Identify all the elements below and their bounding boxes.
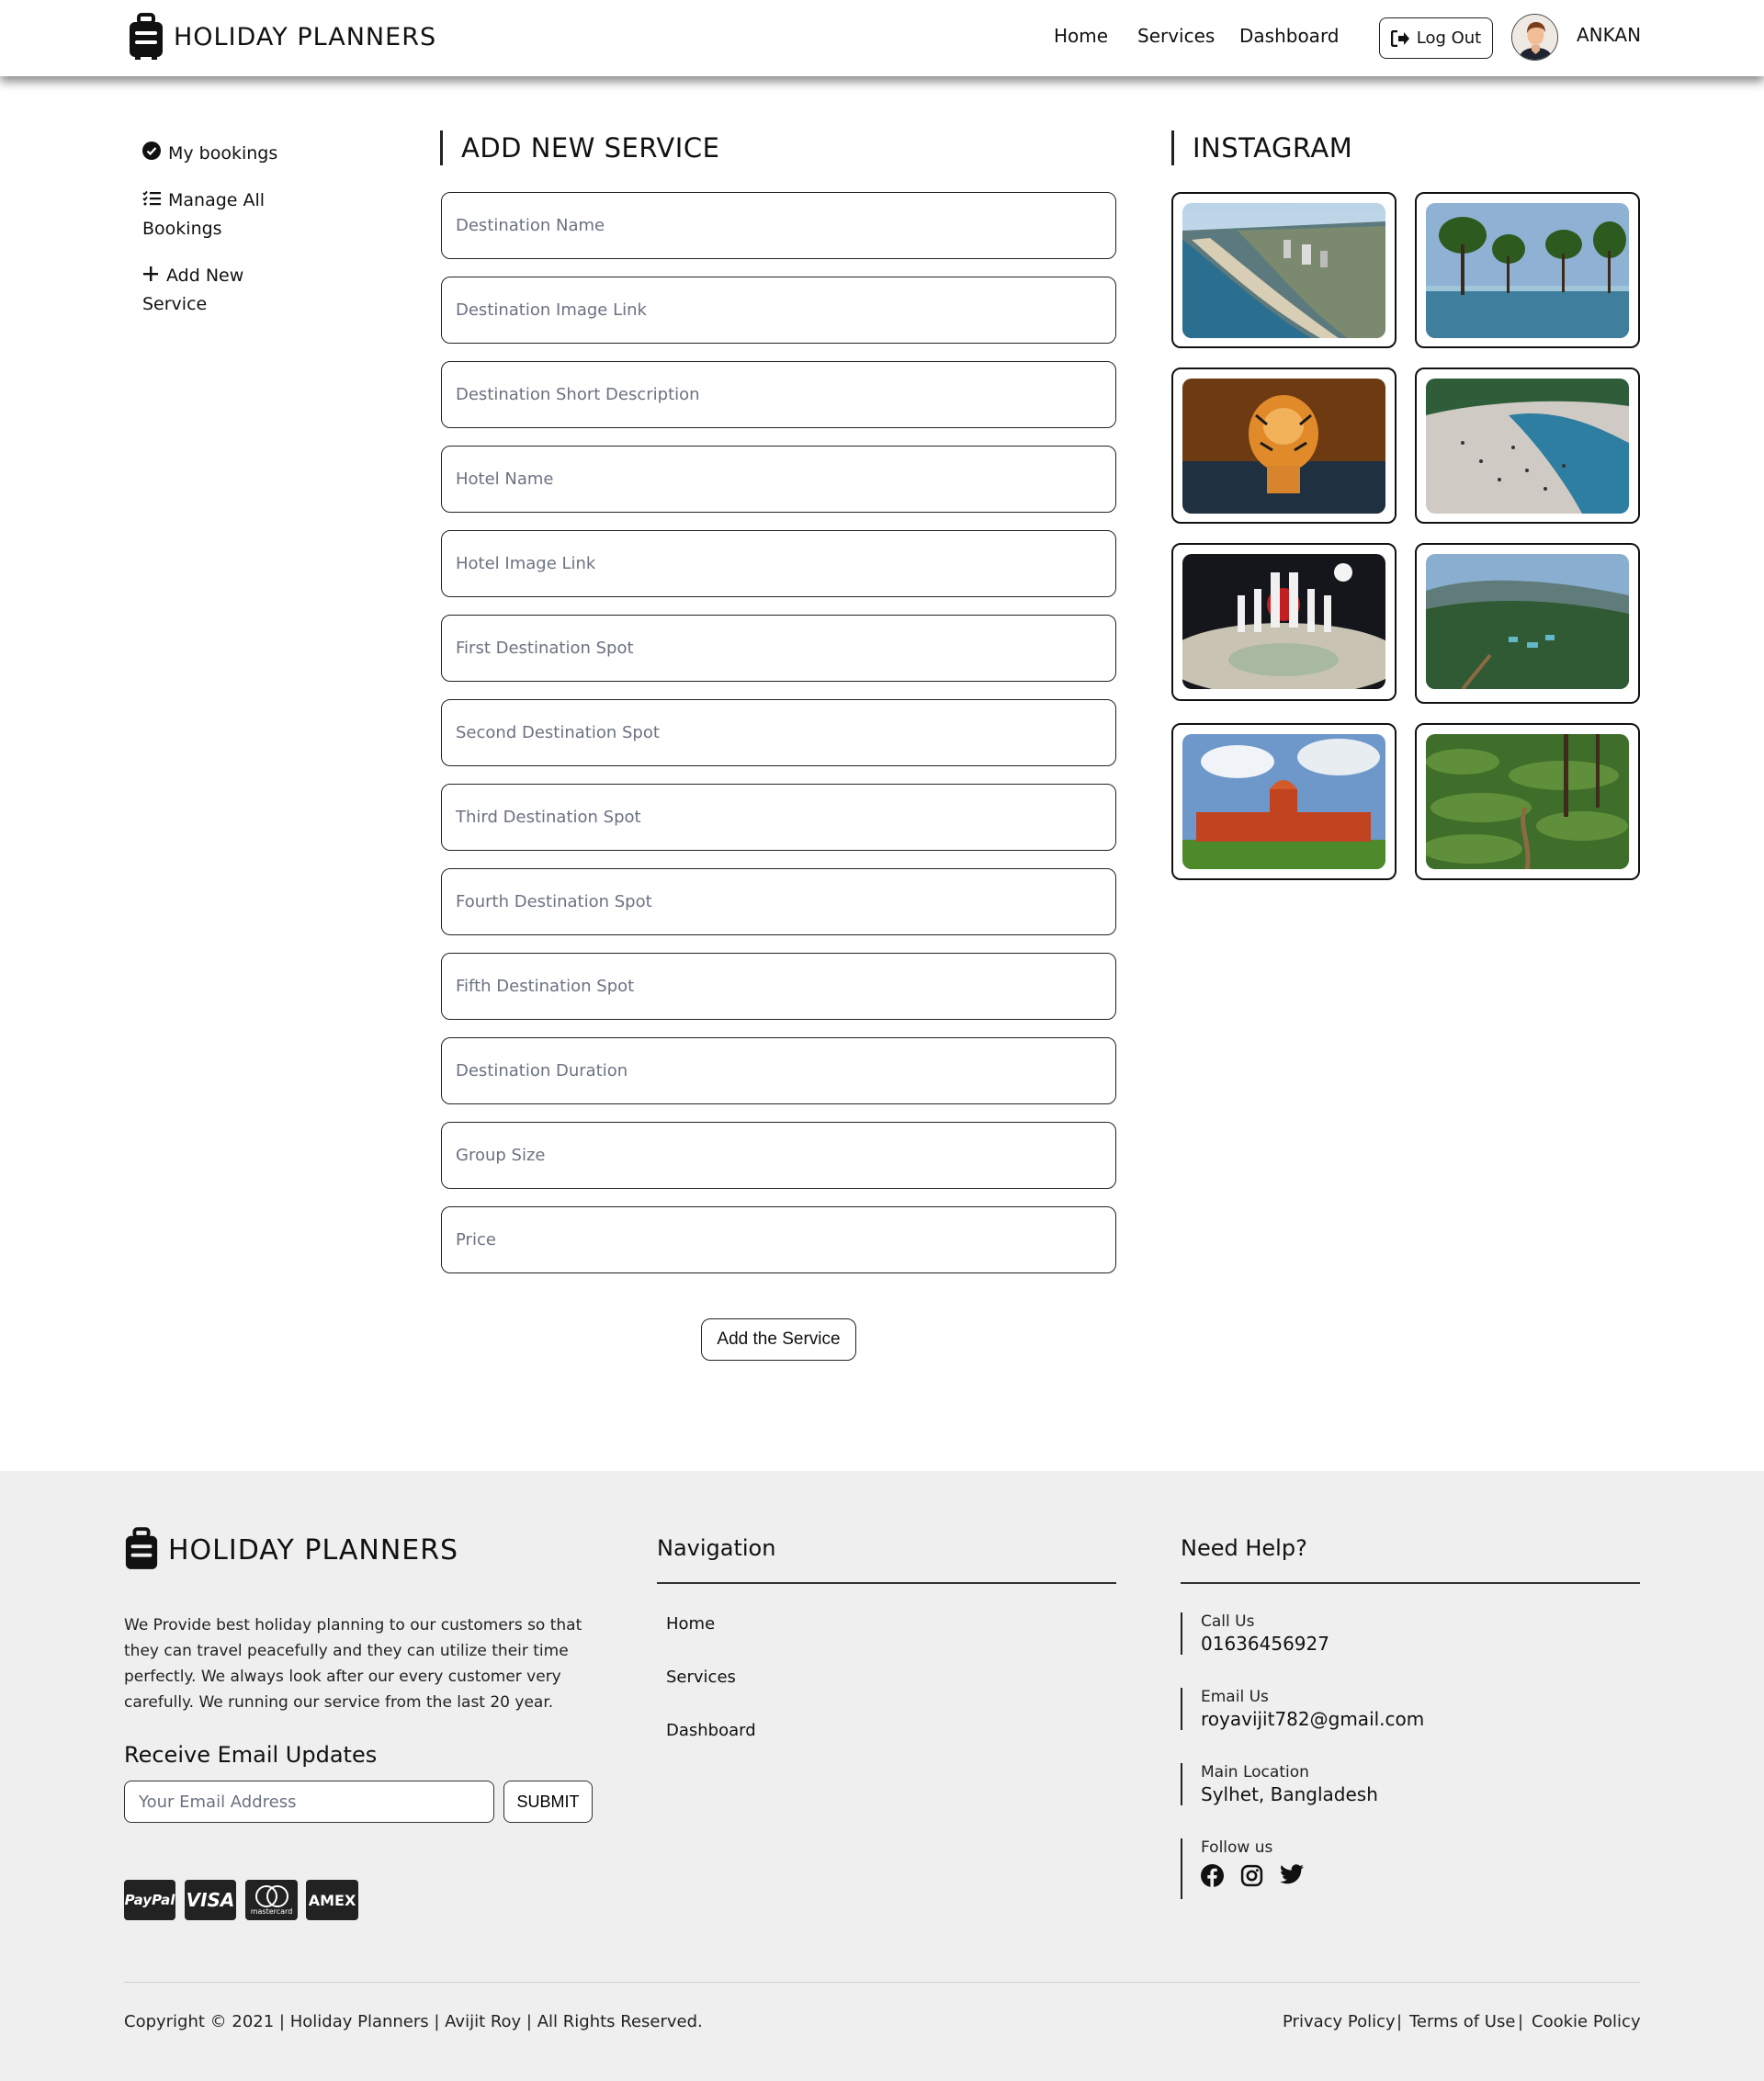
footer-bottom-divider xyxy=(124,1982,1640,1983)
instagram-image-beach xyxy=(1182,203,1385,338)
social-links xyxy=(1201,1864,1304,1887)
instagram-icon[interactable] xyxy=(1240,1864,1263,1887)
first-destination-spot-field[interactable] xyxy=(441,615,1116,682)
instagram-card[interactable] xyxy=(1171,723,1396,880)
instagram-card[interactable] xyxy=(1171,543,1396,701)
logout-label: Log Out xyxy=(1416,28,1482,48)
footer: HOLIDAY PLANNERS We Provide best holiday… xyxy=(0,1471,1764,2081)
sidebar-item-label: My bookings xyxy=(168,143,278,164)
sidebar-item-label-line2: Bookings xyxy=(142,218,222,239)
instagram-card[interactable] xyxy=(1415,543,1640,704)
contact-email-label: Email Us xyxy=(1201,1688,1269,1706)
brand-logo[interactable]: HOLIDAY PLANNERS xyxy=(128,13,436,61)
footer-nav-home[interactable]: Home xyxy=(666,1614,715,1634)
sidebar-item-add-new-service[interactable]: Add New Service xyxy=(142,262,243,318)
follow-us: Follow us xyxy=(1181,1838,1304,1899)
suitcase-icon xyxy=(125,1527,158,1569)
nav-home[interactable]: Home xyxy=(1054,25,1108,47)
destination-short-description-field[interactable] xyxy=(441,361,1116,428)
suitcase-icon xyxy=(130,13,163,60)
third-destination-spot-field[interactable] xyxy=(441,784,1116,851)
instagram-image-flooded-trees xyxy=(1426,203,1629,338)
contact-location: Main Location Sylhet, Bangladesh xyxy=(1181,1763,1378,1805)
sidebar-item-label: Add New xyxy=(166,266,244,286)
destination-image-link-field[interactable] xyxy=(441,277,1116,344)
instagram-image-tiger xyxy=(1182,379,1385,514)
copyright-text: Copyright © 2021 | Holiday Planners | Av… xyxy=(124,2012,703,2031)
instagram-image-hill-resort xyxy=(1426,554,1629,689)
newsletter-email-input[interactable] xyxy=(124,1781,494,1823)
navigation-heading: Navigation xyxy=(657,1535,776,1561)
amex-icon: AMEX xyxy=(306,1880,358,1920)
hotel-image-link-field[interactable] xyxy=(441,530,1116,597)
contact-call-value[interactable]: 01636456927 xyxy=(1201,1633,1329,1655)
contact-email: Email Us royavijit782@gmail.com xyxy=(1181,1688,1424,1730)
nav-services[interactable]: Services xyxy=(1137,25,1215,47)
help-divider xyxy=(1181,1582,1640,1584)
instagram-image-river-crowd xyxy=(1426,379,1629,514)
logout-button[interactable]: Log Out xyxy=(1379,17,1493,59)
help-heading: Need Help? xyxy=(1181,1535,1307,1561)
instagram-image-tea-garden xyxy=(1426,734,1629,869)
user-name: ANKAN xyxy=(1577,24,1642,46)
fifth-destination-spot-field[interactable] xyxy=(441,953,1116,1020)
instagram-card[interactable] xyxy=(1415,368,1640,524)
form-title: ADD NEW SERVICE xyxy=(440,130,719,165)
contact-location-label: Main Location xyxy=(1201,1763,1309,1781)
avatar-image xyxy=(1512,15,1557,60)
newsletter-submit-button[interactable]: SUBMIT xyxy=(503,1781,593,1823)
list-check-icon xyxy=(142,187,161,215)
brand-name: HOLIDAY PLANNERS xyxy=(174,22,437,51)
sidebar-item-manage-all-bookings[interactable]: Manage All Bookings xyxy=(142,187,265,243)
instagram-card[interactable] xyxy=(1415,723,1640,880)
footer-nav-services[interactable]: Services xyxy=(666,1668,736,1687)
check-circle-icon xyxy=(142,141,161,168)
price-field[interactable] xyxy=(441,1206,1116,1273)
footer-nav-dashboard[interactable]: Dashboard xyxy=(666,1721,756,1740)
destination-name-field[interactable] xyxy=(441,192,1116,259)
email-updates-heading: Receive Email Updates xyxy=(124,1742,378,1768)
mastercard-circles xyxy=(254,1884,288,1907)
sidebar-item-label-line2: Service xyxy=(142,293,208,314)
footer-brand[interactable]: HOLIDAY PLANNERS xyxy=(124,1527,458,1573)
follow-us-label: Follow us xyxy=(1201,1838,1273,1857)
instagram-card[interactable] xyxy=(1171,192,1396,348)
footer-brand-name: HOLIDAY PLANNERS xyxy=(168,1533,459,1566)
footer-about-text: We Provide best holiday planning to our … xyxy=(124,1616,582,1712)
contact-call-label: Call Us xyxy=(1201,1612,1255,1631)
sidebar-item-my-bookings[interactable]: My bookings xyxy=(142,140,277,168)
top-navbar: HOLIDAY PLANNERS Home Services Dashboard… xyxy=(0,0,1764,76)
sign-out-icon xyxy=(1390,29,1409,47)
mastercard-label: mastercard xyxy=(250,1906,293,1916)
instagram-card[interactable] xyxy=(1171,368,1396,524)
sidebar-item-label: Manage All xyxy=(168,190,266,210)
twitter-icon[interactable] xyxy=(1280,1864,1304,1884)
contact-location-value: Sylhet, Bangladesh xyxy=(1201,1783,1378,1805)
second-destination-spot-field[interactable] xyxy=(441,699,1116,766)
nav-dashboard[interactable]: Dashboard xyxy=(1239,25,1340,47)
plus-icon xyxy=(142,263,159,290)
fourth-destination-spot-field[interactable] xyxy=(441,868,1116,935)
instagram-image-monument xyxy=(1182,554,1385,689)
instagram-image-red-palace xyxy=(1182,734,1385,869)
contact-call: Call Us 01636456927 xyxy=(1181,1612,1329,1655)
paypal-icon: PayPal xyxy=(124,1880,175,1920)
mastercard-icon: mastercard xyxy=(245,1880,298,1920)
facebook-icon[interactable] xyxy=(1201,1864,1224,1887)
contact-email-value[interactable]: royavijit782@gmail.com xyxy=(1201,1708,1424,1730)
cookie-policy-link[interactable]: Cookie Policy xyxy=(1532,2012,1641,2031)
terms-of-use-link[interactable]: Terms of Use xyxy=(1409,2012,1515,2031)
instagram-card[interactable] xyxy=(1415,192,1640,348)
user-avatar[interactable] xyxy=(1511,14,1558,61)
legal-separator: | xyxy=(1396,2012,1403,2031)
navigation-divider xyxy=(657,1582,1116,1584)
hotel-name-field[interactable] xyxy=(441,446,1116,513)
group-size-field[interactable] xyxy=(441,1122,1116,1189)
instagram-title: INSTAGRAM xyxy=(1171,130,1352,165)
privacy-policy-link[interactable]: Privacy Policy xyxy=(1283,2012,1396,2031)
visa-icon: VISA xyxy=(185,1880,236,1920)
legal-separator: | xyxy=(1518,2012,1524,2031)
add-service-button[interactable]: Add the Service xyxy=(701,1318,856,1361)
destination-duration-field[interactable] xyxy=(441,1037,1116,1104)
